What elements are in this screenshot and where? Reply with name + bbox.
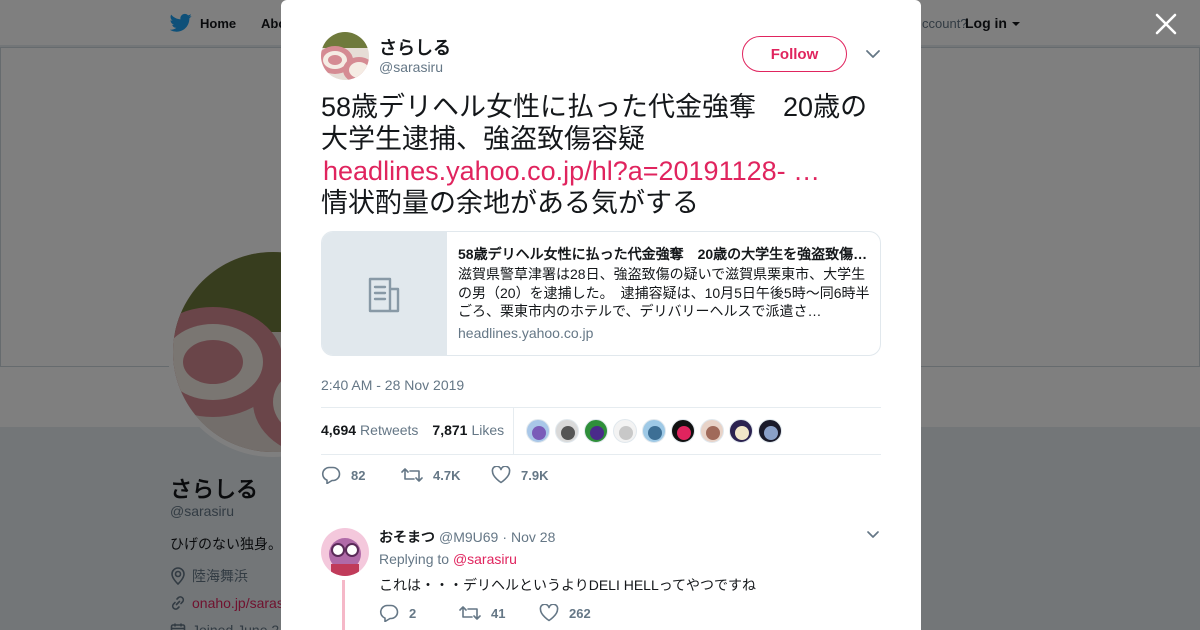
likes-count: 7,871 xyxy=(432,422,468,438)
liker-3-avatar[interactable] xyxy=(584,419,608,443)
retweet-icon xyxy=(459,606,481,620)
liker-7-avatar[interactable] xyxy=(700,419,724,443)
retweet-icon xyxy=(401,468,423,482)
reply-text: これは・・・デリヘルというよりDELI HELLってやつですね xyxy=(379,577,757,593)
card-domain: headlines.yahoo.co.jp xyxy=(458,325,594,341)
heart-icon xyxy=(491,466,511,484)
tweet-text: 58歳デリヘル女性に払った代金強奪 20歳の大学生逮捕、強盗致傷容疑 headl… xyxy=(321,91,886,219)
like-count: 7.9K xyxy=(521,467,549,483)
liker-8-avatar[interactable] xyxy=(729,419,753,443)
card-thumbnail xyxy=(322,232,447,355)
replying-to: Replying to @sarasiru xyxy=(379,551,517,567)
reply-count: 82 xyxy=(351,467,366,483)
reply-reply-button[interactable]: 2 xyxy=(379,604,459,622)
reply-like-button[interactable]: 262 xyxy=(539,604,591,622)
reply-icon xyxy=(321,466,341,484)
close-icon[interactable] xyxy=(1153,11,1179,37)
likes-label: Likes xyxy=(471,422,505,438)
divider xyxy=(321,454,881,455)
thread-line xyxy=(342,580,345,630)
reply-retweet-button[interactable]: 41 xyxy=(459,604,539,622)
liker-6-avatar[interactable] xyxy=(671,419,695,443)
liker-1-avatar[interactable] xyxy=(526,419,550,443)
card-title: 58歳デリヘル女性に払った代金強奪 20歳の大学生を強盗致傷… xyxy=(458,246,868,262)
liker-9-avatar[interactable] xyxy=(758,419,782,443)
reply-author-avatar[interactable] xyxy=(321,528,369,576)
tweet-text-line2: 情状酌量の余地がある気がする xyxy=(321,188,699,218)
reply-separator: · xyxy=(502,529,508,545)
retweet-count: 4.7K xyxy=(433,467,461,483)
card-description: 滋賀県警草津署は28日、強盗致傷の疑いで滋賀県栗東市、大学生の男（20）を逮捕し… xyxy=(458,266,870,319)
tweet-text-line1: 58歳デリヘル女性に払った代金強奪 20歳の大学生逮捕、強盗致傷容疑 xyxy=(321,92,868,154)
roll-cake-thumbnail xyxy=(321,32,369,80)
reply-actions: 2 41 262 xyxy=(379,604,591,622)
tweet-link[interactable]: headlines.yahoo.co.jp/hl?a=20191128- … xyxy=(323,156,820,186)
reply-author-handle[interactable]: @M9U69 xyxy=(439,529,498,545)
likers-avatars xyxy=(526,419,782,443)
author-handle[interactable]: @sarasiru xyxy=(379,59,443,75)
retweets-stat[interactable]: 4,694 Retweets xyxy=(321,422,418,438)
tweet-modal: さらしる @sarasiru Follow 58歳デリヘル女性に払った代金強奪 … xyxy=(281,0,921,630)
document-icon xyxy=(368,277,399,312)
retweets-count: 4,694 xyxy=(321,422,357,438)
divider xyxy=(321,407,881,408)
reply-avatar-image xyxy=(321,528,369,576)
reply-reply-count: 2 xyxy=(409,605,417,621)
reply-author-name[interactable]: おそまつ xyxy=(379,527,435,547)
likes-stat[interactable]: 7,871 Likes xyxy=(432,422,504,438)
reply-date[interactable]: Nov 28 xyxy=(511,529,555,545)
tweet-stats: 4,694 Retweets 7,871 Likes xyxy=(321,422,504,438)
liker-4-avatar[interactable] xyxy=(613,419,637,443)
reply-icon xyxy=(379,604,399,622)
chevron-down-icon[interactable] xyxy=(864,46,882,62)
like-button[interactable]: 7.9K xyxy=(491,466,548,484)
tweet-timestamp[interactable]: 2:40 AM - 28 Nov 2019 xyxy=(321,377,464,393)
tweet-actions: 82 4.7K 7.9K xyxy=(321,466,548,484)
reply-like-count: 262 xyxy=(569,605,591,621)
author-avatar[interactable] xyxy=(321,32,369,80)
retweets-label: Retweets xyxy=(360,422,419,438)
chevron-down-icon[interactable] xyxy=(866,529,880,541)
liker-5-avatar[interactable] xyxy=(642,419,666,443)
retweet-button[interactable]: 4.7K xyxy=(401,466,491,484)
reply-retweet-count: 41 xyxy=(491,605,506,621)
replying-prefix: Replying to xyxy=(379,551,450,567)
reply-header: おそまつ @M9U69 · Nov 28 xyxy=(379,527,555,547)
follow-button[interactable]: Follow xyxy=(742,36,847,72)
author-name[interactable]: さらしる xyxy=(379,34,451,60)
stats-divider xyxy=(513,408,514,454)
liker-2-avatar[interactable] xyxy=(555,419,579,443)
heart-icon xyxy=(539,604,559,622)
replying-mention[interactable]: @sarasiru xyxy=(453,551,517,567)
link-preview-card[interactable]: 58歳デリヘル女性に払った代金強奪 20歳の大学生を強盗致傷… 滋賀県警草津署は… xyxy=(321,231,881,356)
reply-button[interactable]: 82 xyxy=(321,466,401,484)
